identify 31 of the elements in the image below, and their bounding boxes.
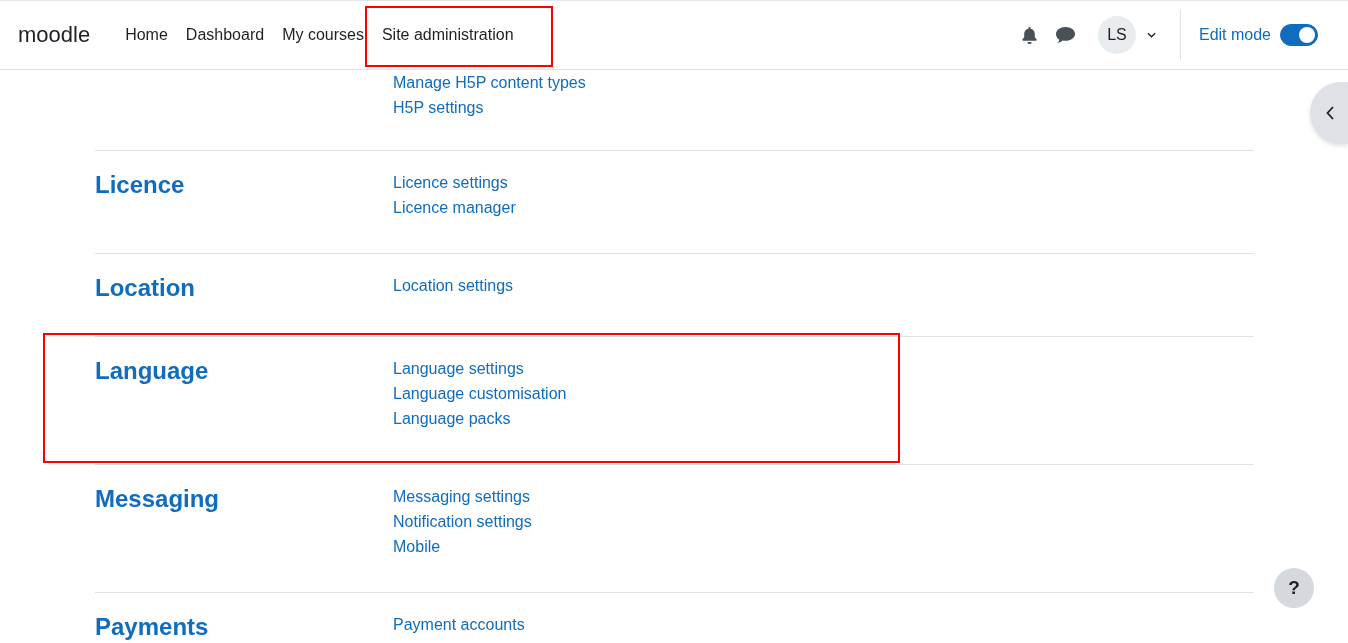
settings-link[interactable]: Licence manager	[393, 195, 516, 220]
settings-link[interactable]: Mobile	[393, 534, 441, 559]
section-heading[interactable]: Language	[95, 357, 209, 384]
settings-link[interactable]: Payment accounts	[393, 612, 525, 637]
settings-link[interactable]: Location settings	[393, 273, 514, 298]
edit-mode-toggle[interactable]	[1280, 24, 1318, 46]
section-heading[interactable]: Location	[95, 274, 195, 301]
user-avatar[interactable]: LS	[1097, 16, 1136, 54]
chevron-left-icon	[1326, 106, 1334, 120]
settings-link[interactable]: Manage H5P content types	[393, 70, 586, 95]
settings-link[interactable]: Language customisation	[393, 381, 567, 406]
settings-link[interactable]: Language packs	[393, 406, 511, 431]
nav-link[interactable]: Home	[116, 18, 177, 52]
settings-link[interactable]: Notification settings	[393, 509, 532, 534]
section-heading[interactable]: Licence	[95, 171, 185, 198]
drawer-toggle-button[interactable]	[1310, 82, 1348, 144]
settings-link[interactable]: Messaging settings	[393, 484, 530, 509]
edit-mode-label: Edit mode	[1198, 26, 1271, 44]
caret-down-icon[interactable]	[1146, 32, 1156, 38]
nav-link[interactable]: My courses	[273, 18, 373, 52]
settings-link[interactable]: Licence settings	[393, 170, 508, 195]
settings-link[interactable]: Language settings	[393, 356, 524, 381]
section-heading[interactable]: Messaging	[95, 485, 220, 512]
nav-link[interactable]: Dashboard	[176, 18, 274, 52]
help-button[interactable]: ?	[1274, 568, 1314, 608]
section-heading[interactable]: Payments	[95, 613, 209, 640]
settings-link[interactable]: H5P settings	[393, 95, 484, 120]
bell-icon[interactable]	[1021, 26, 1037, 44]
site-brand[interactable]: moodle	[18, 22, 91, 48]
chat-bubble-icon[interactable]	[1055, 27, 1075, 43]
nav-link[interactable]: Site administration	[372, 18, 523, 52]
